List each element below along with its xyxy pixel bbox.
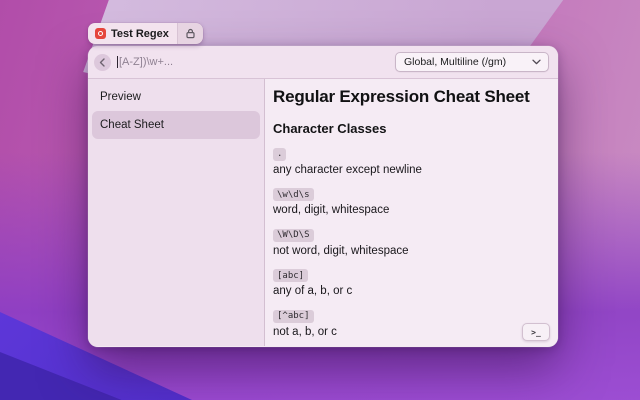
cheatsheet-entry: [abc] any of a, b, or c [273, 265, 548, 299]
pattern-description: any character except newline [273, 164, 548, 177]
cheatsheet-entry: [a-g] character between a & g [273, 346, 548, 347]
chevron-down-icon [532, 59, 541, 65]
sidebar-item-label: Preview [100, 91, 141, 103]
cheatsheet-entry: \w\d\s word, digit, whitespace [273, 184, 548, 218]
tab-lock-button[interactable] [177, 23, 203, 44]
pattern-description: not a, b, or c [273, 326, 548, 339]
window-toolbar: [A-Z])\w+... Global, Multiline (/gm) [88, 46, 558, 79]
lock-icon [185, 28, 196, 39]
cheatsheet-entry: [^abc] not a, b, or c [273, 305, 548, 339]
pattern-description: word, digit, whitespace [273, 204, 548, 217]
chevron-left-icon [99, 58, 106, 67]
regex-pattern-chip: [^abc] [273, 310, 314, 323]
section-heading: Character Classes [273, 121, 548, 136]
sidebar-item-preview[interactable]: Preview [92, 83, 260, 111]
sidebar: Preview Cheat Sheet [88, 79, 265, 346]
cheatsheet-entry: \W\D\S not word, digit, whitespace [273, 224, 548, 258]
regex-pattern-chip: [abc] [273, 269, 308, 282]
back-button[interactable] [94, 54, 111, 71]
terminal-prompt-icon: >_ [531, 328, 541, 337]
app-window: [A-Z])\w+... Global, Multiline (/gm) Pre… [88, 46, 558, 347]
desktop: Test Regex [A-Z])\w+... Global, Multilin… [0, 0, 640, 400]
regex-pattern-chip: \W\D\S [273, 229, 314, 242]
tab-main[interactable]: Test Regex [88, 23, 177, 44]
sidebar-item-cheat-sheet[interactable]: Cheat Sheet [92, 111, 260, 139]
flags-dropdown[interactable]: Global, Multiline (/gm) [395, 52, 549, 72]
regex-pattern-chip: \w\d\s [273, 188, 314, 201]
window-body: Preview Cheat Sheet Regular Expression C… [88, 79, 558, 346]
page-title: Regular Expression Cheat Sheet [273, 87, 548, 107]
tab-test-regex[interactable]: Test Regex [88, 23, 203, 44]
flags-dropdown-value: Global, Multiline (/gm) [404, 56, 532, 68]
regex-pattern-value: [A-Z])\w+... [119, 56, 173, 68]
regex-pattern-chip: . [273, 148, 286, 161]
app-favicon-icon [95, 28, 106, 39]
pattern-description: not word, digit, whitespace [273, 245, 548, 258]
text-caret [117, 56, 118, 68]
pattern-description: any of a, b, or c [273, 285, 548, 298]
sidebar-item-label: Cheat Sheet [100, 119, 164, 131]
cheat-sheet-panel: Regular Expression Cheat Sheet Character… [265, 79, 558, 346]
regex-pattern-input[interactable]: [A-Z])\w+... [117, 51, 387, 73]
tab-title: Test Regex [111, 28, 169, 40]
terminal-button[interactable]: >_ [522, 323, 550, 341]
cheatsheet-entry: . any character except newline [273, 143, 548, 177]
